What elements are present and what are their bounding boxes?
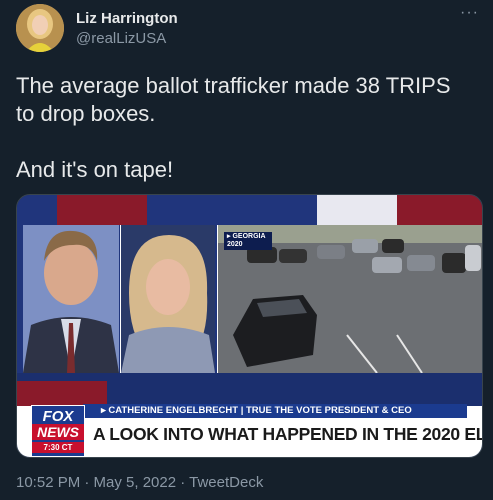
chyron-strap: ▸ CATHERINE ENGELBRECHT | TRUE THE VOTE … (83, 404, 467, 418)
logo-bottom-text: NEWS (32, 424, 84, 440)
tweet-timestamp[interactable]: 10:52 PM · May 5, 2022 · TweetDeck (16, 474, 263, 491)
author-name[interactable]: Liz Harrington (76, 10, 178, 27)
avatar-image (16, 4, 64, 52)
fox-news-logo: FOX NEWS 7:30 CT (31, 405, 85, 457)
location-tag: ▸ GEORGIA 2020 (224, 232, 272, 250)
logo-top-text: FOX (42, 408, 74, 425)
video-media[interactable]: ▸ GEORGIA 2020 FOX NEWS 7:30 CT ▸ CATHER… (16, 194, 483, 458)
tweet-text: The average ballot trafficker made 38 TR… (16, 73, 451, 182)
avatar[interactable] (16, 4, 64, 52)
logo-time-text: 7:30 CT (32, 442, 84, 453)
more-icon[interactable]: ··· (460, 4, 479, 22)
author-handle[interactable]: @realLizUSA (76, 30, 166, 47)
chyron-headline: A LOOK INTO WHAT HAPPENED IN THE 2020 EL… (93, 424, 482, 444)
